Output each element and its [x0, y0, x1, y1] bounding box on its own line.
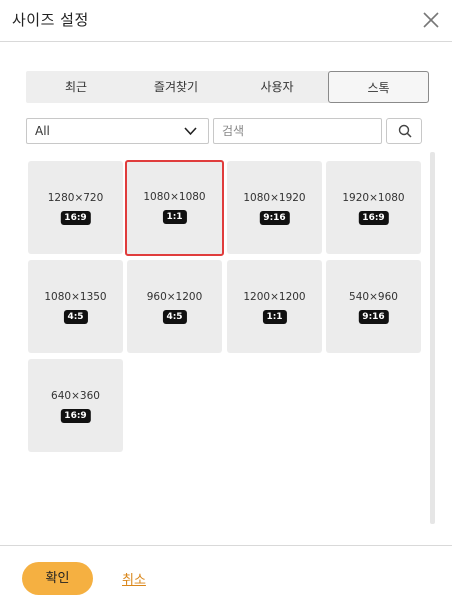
- ratio-badge: 9:16: [259, 211, 290, 225]
- search-input[interactable]: [213, 118, 382, 144]
- ratio-badge: 4:5: [63, 310, 88, 324]
- close-icon: [423, 12, 439, 28]
- preset-card[interactable]: 1080×1920 9:16: [227, 161, 322, 254]
- cancel-link[interactable]: 취소: [122, 569, 146, 588]
- preset-size: 1080×1920: [243, 192, 306, 204]
- close-button[interactable]: [420, 9, 442, 31]
- ratio-badge: 1:1: [162, 210, 187, 224]
- ok-button[interactable]: 확인: [22, 562, 93, 595]
- preset-card[interactable]: 960×1200 4:5: [127, 260, 222, 353]
- preset-size: 1280×720: [47, 192, 104, 204]
- preset-size: 1080×1080: [143, 191, 206, 203]
- dialog-footer: 확인 취소: [0, 545, 452, 602]
- preset-size: 640×360: [51, 390, 100, 402]
- preset-card[interactable]: 1920×1080 16:9: [326, 161, 421, 254]
- dropdown-selected-value: All: [35, 124, 50, 138]
- search-icon: [398, 124, 412, 138]
- preset-size: 540×960: [349, 291, 398, 303]
- ratio-badge: 4:5: [162, 310, 187, 324]
- preset-card-selected[interactable]: 1080×1080 1:1: [125, 160, 224, 256]
- dialog-header: 사이즈 설정: [0, 0, 452, 42]
- preset-card[interactable]: 1080×1350 4:5: [28, 260, 123, 353]
- ratio-badge: 16:9: [60, 211, 91, 225]
- ratio-badge: 1:1: [262, 310, 287, 324]
- tab-user[interactable]: 사용자: [226, 71, 328, 103]
- preset-card[interactable]: 1200×1200 1:1: [227, 260, 322, 353]
- preset-card[interactable]: 640×360 16:9: [28, 359, 123, 452]
- tab-recent[interactable]: 최근: [26, 71, 126, 103]
- preset-size: 1200×1200: [243, 291, 306, 303]
- tab-favorites[interactable]: 즐겨찾기: [126, 71, 226, 103]
- search-button[interactable]: [386, 118, 422, 144]
- category-dropdown[interactable]: All: [26, 118, 209, 144]
- scrollbar[interactable]: [430, 152, 435, 524]
- ratio-badge: 9:16: [358, 310, 389, 324]
- tab-bar: 최근 즐겨찾기 사용자 스톡: [26, 71, 429, 103]
- ratio-badge: 16:9: [60, 409, 91, 423]
- ratio-badge: 16:9: [358, 211, 389, 225]
- preset-size: 960×1200: [146, 291, 203, 303]
- preset-card[interactable]: 540×960 9:16: [326, 260, 421, 353]
- chevron-down-icon: [184, 127, 197, 136]
- tab-stock[interactable]: 스톡: [328, 71, 429, 103]
- dialog-title: 사이즈 설정: [12, 11, 89, 29]
- preset-card[interactable]: 1280×720 16:9: [28, 161, 123, 254]
- preset-size: 1920×1080: [342, 192, 405, 204]
- preset-size: 1080×1350: [44, 291, 107, 303]
